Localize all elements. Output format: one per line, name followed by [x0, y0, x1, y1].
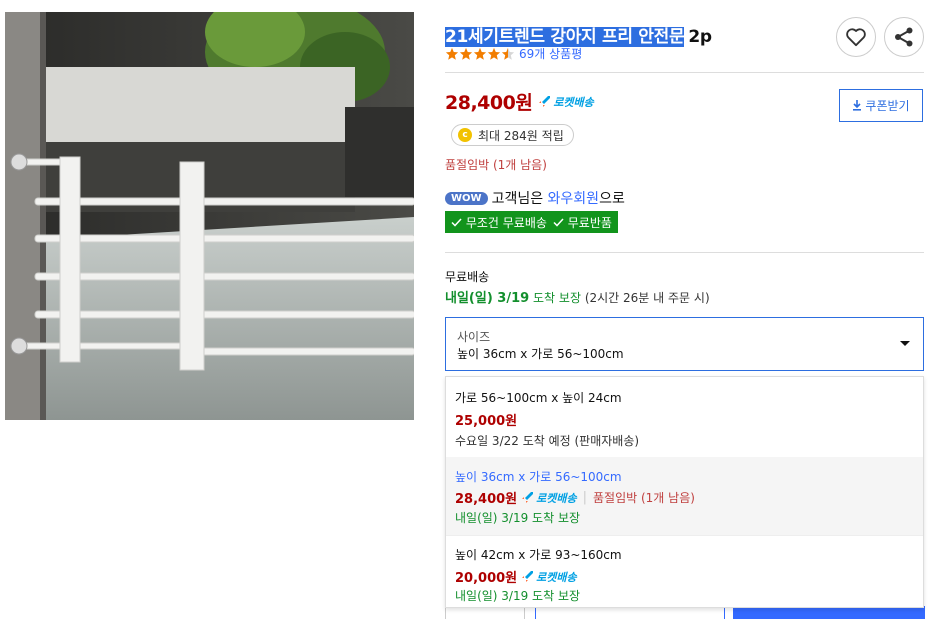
star-icon [501, 47, 515, 60]
wow-member-link[interactable]: 와우회원 [548, 188, 600, 208]
size-options-dropdown: 가로 56~100cm x 높이 24cm 25,000원 수요일 3/22 도… [445, 376, 924, 608]
star-icon [459, 47, 473, 60]
review-count-link[interactable]: 69개 상품평 [519, 45, 582, 62]
points-badge: c 최대 284원 적립 [451, 124, 574, 146]
free-shipping-tag: 무조건 무료배송 [451, 214, 547, 231]
size-select[interactable]: 사이즈 높이 36cm x 가로 56~100cm [445, 317, 924, 371]
wow-badge: WOW [445, 191, 488, 205]
arrival-date: 내일(일) 3/19 [445, 291, 530, 306]
check-icon [451, 217, 462, 227]
coin-icon: c [458, 128, 472, 142]
star-icon [487, 47, 501, 60]
size-select-label: 사이즈 [457, 330, 491, 344]
option-price: 28,400원 로켓배송 | 품절임박 (1개 남음) [455, 488, 695, 507]
free-return-tag: 무료반품 [553, 214, 612, 231]
size-option-selected[interactable]: 높이 36cm x 가로 56~100cm 28,400원 로켓배송 | 품절임… [446, 457, 923, 535]
arrival-note: (2시간 26분 내 주문 시) [584, 291, 710, 305]
wow-membership-row: WOW 고객님은 와우회원 으로 [445, 188, 625, 208]
star-icon [473, 47, 487, 60]
product-title: 21세기트렌드 강아지 프리 안전문 2p [445, 22, 712, 47]
option-name: 높이 36cm x 가로 56~100cm [455, 470, 622, 484]
product-image [5, 12, 414, 420]
free-shipping-label: 무조건 무료배송 [465, 215, 547, 230]
size-option[interactable]: 가로 56~100cm x 높이 24cm 25,000원 수요일 3/22 도… [446, 377, 923, 457]
shipping-label: 무료배송 [445, 270, 490, 284]
option-name: 가로 56~100cm x 높이 24cm [455, 391, 622, 405]
star-rating [445, 47, 515, 61]
product-title-qty: 2p [688, 27, 712, 47]
free-benefit-tag: 무조건 무료배송 무료반품 [445, 211, 618, 233]
wow-text-prefix: 고객님은 [491, 191, 544, 207]
option-price: 25,000원 [455, 410, 517, 429]
delivery-info: 내일(일) 3/19 도착 보장 (2시간 26분 내 주문 시) [445, 287, 710, 306]
rocket-label: 로켓배송 [536, 570, 577, 584]
size-option[interactable]: 높이 42cm x 가로 93~160cm 20,000원 로켓배송 내일(일)… [446, 535, 923, 607]
rocket-icon [522, 492, 534, 503]
option-price: 20,000원 로켓배송 [455, 567, 577, 587]
divider [445, 72, 924, 73]
wishlist-button[interactable] [836, 17, 876, 57]
product-title-main: 21세기트렌드 강아지 프리 안전문 [445, 27, 685, 47]
option-price-value: 28,400원 [455, 492, 518, 507]
separator: | [582, 490, 588, 505]
share-icon [895, 27, 913, 47]
sale-price: 28,400원 [445, 92, 533, 114]
product-info-panel: 21세기트렌드 강아지 프리 안전문 2p 69개 상품평 28,400원 로켓배… [445, 0, 925, 619]
stock-warning: 품절임박 (1개 남음) [445, 158, 547, 172]
caret-down-icon [900, 341, 910, 346]
option-arrival: 수요일 3/22 도착 예정 (판매자배송) [455, 434, 640, 448]
star-icon [445, 47, 459, 60]
option-name: 높이 42cm x 가로 93~160cm [455, 548, 622, 562]
check-icon [553, 217, 564, 227]
price-row: 28,400원 로켓배송 [445, 88, 594, 115]
rocket-icon [539, 96, 551, 107]
option-stock: 품절임박 (1개 남음) [593, 491, 695, 505]
product-rating[interactable]: 69개 상품평 [445, 45, 582, 62]
option-arrival: 내일(일) 3/19 도착 보장 [455, 589, 581, 603]
rocket-label: 로켓배송 [536, 491, 577, 505]
share-button[interactable] [884, 17, 924, 57]
coupon-button-label: 쿠폰받기 [865, 99, 910, 113]
option-price-value: 25,000원 [455, 414, 518, 429]
option-arrival: 내일(일) 3/19 도착 보장 [455, 511, 581, 525]
option-price-value: 20,000원 [455, 571, 518, 586]
rocket-icon [522, 571, 534, 582]
heart-icon [846, 28, 866, 47]
rocket-badge: 로켓배송 [521, 490, 577, 506]
product-photo [5, 12, 414, 420]
rocket-badge: 로켓배송 [521, 569, 577, 585]
arrival-guarantee: 도착 보장 [533, 291, 581, 305]
divider [445, 252, 924, 253]
size-select-value: 높이 36cm x 가로 56~100cm [457, 347, 624, 361]
download-icon [853, 100, 862, 111]
free-return-label: 무료반품 [567, 215, 612, 230]
points-text: 최대 284원 적립 [478, 128, 564, 143]
rocket-badge: 로켓배송 [538, 94, 594, 110]
rocket-label: 로켓배송 [553, 95, 594, 109]
coupon-button[interactable]: 쿠폰받기 [839, 89, 923, 122]
wow-text-suffix: 으로 [599, 191, 625, 207]
